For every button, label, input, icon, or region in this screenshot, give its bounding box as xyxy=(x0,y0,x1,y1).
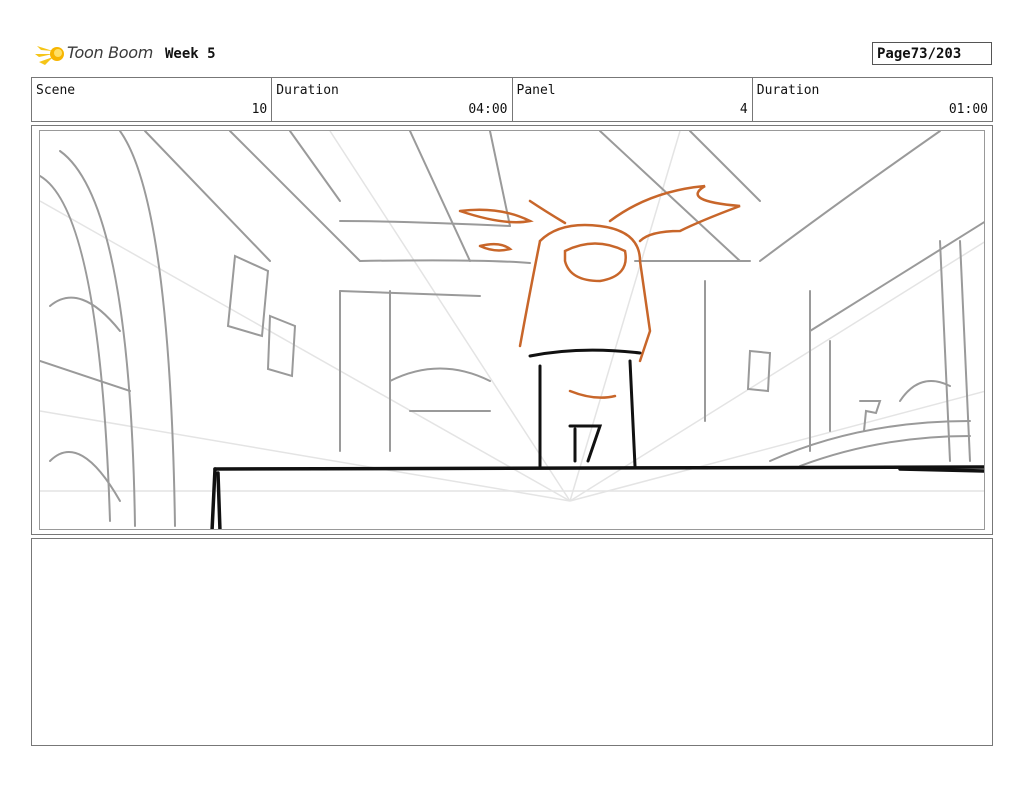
storyboard-panel xyxy=(31,125,993,535)
logo-wordmark: Toon Boom xyxy=(67,43,154,62)
scene-cell: Scene 10 xyxy=(32,78,273,121)
page-number: 73/203 xyxy=(910,45,962,62)
panel-frame xyxy=(39,130,985,530)
panel-duration-label: Duration xyxy=(756,83,820,98)
page-label: Page xyxy=(877,45,911,62)
scene-label: Scene xyxy=(36,83,76,98)
panel-duration-cell: Duration 01:00 xyxy=(753,78,992,121)
scene-duration-label: Duration xyxy=(276,83,339,98)
scene-value: 10 xyxy=(251,102,268,117)
panel-cell: Panel 4 xyxy=(513,78,753,121)
perspective-guides xyxy=(40,131,984,502)
character-sketch xyxy=(458,184,741,399)
page-indicator: Page 73/203 xyxy=(872,42,992,65)
panel-label: Panel xyxy=(516,83,556,98)
scene-duration-value: 04:00 xyxy=(468,102,508,117)
scene-duration-cell: Duration 04:00 xyxy=(272,78,513,121)
panel-info-table: Scene 10 Duration 04:00 Panel 4 Duration… xyxy=(31,77,993,122)
panel-value: 4 xyxy=(739,102,748,117)
starburst-icon xyxy=(35,46,64,65)
panel-duration-value: 01:00 xyxy=(948,102,988,117)
foreground-edge xyxy=(210,465,984,529)
page-title: Week 5 xyxy=(165,46,216,62)
panel-sketch xyxy=(40,131,984,529)
notes-panel xyxy=(31,538,993,746)
